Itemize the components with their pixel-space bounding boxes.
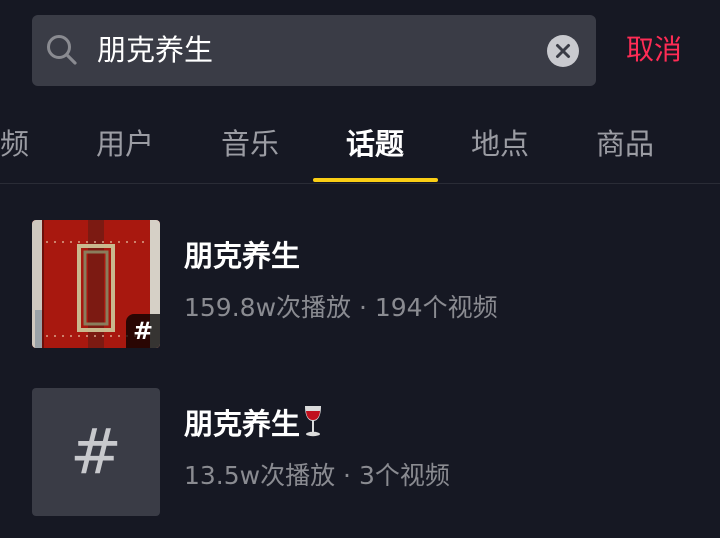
topic-title: 朋克养生 — [184, 407, 301, 441]
tab-music[interactable]: 音乐 — [221, 122, 279, 166]
topic-thumbnail-placeholder: # — [32, 388, 160, 516]
tab-users[interactable]: 用户 — [96, 122, 154, 166]
topic-stats: 13.5w次播放 · 3个视频 — [184, 461, 450, 490]
topic-title: 朋克养生 — [184, 239, 301, 273]
search-header: 朋克养生 取消 — [0, 0, 720, 100]
topic-stats: 159.8w次播放 · 194个视频 — [184, 293, 498, 322]
tabs-divider — [0, 183, 720, 184]
active-tab-indicator — [313, 178, 438, 182]
search-icon — [47, 35, 77, 65]
clear-icon[interactable] — [547, 35, 579, 67]
wine-glass-icon — [305, 406, 322, 437]
search-category-tabs: 频 用户 音乐 话题 地点 商品 — [0, 100, 720, 184]
search-query-text[interactable]: 朋克养生 — [97, 28, 213, 72]
cancel-button[interactable]: 取消 — [626, 28, 682, 72]
tab-topics[interactable]: 话题 — [346, 122, 404, 166]
topic-result-item[interactable]: # 朋克养生 159.8w次播放 · 194个视频 — [0, 220, 720, 370]
topic-thumbnail: # — [32, 220, 160, 348]
tab-products[interactable]: 商品 — [596, 122, 654, 166]
tab-video[interactable]: 频 — [0, 122, 29, 166]
tab-places[interactable]: 地点 — [471, 122, 529, 166]
hashtag-icon: # — [70, 415, 122, 488]
topic-title-row: 朋克养生 — [184, 402, 324, 446]
topic-hashtag-badge: # — [126, 314, 160, 348]
